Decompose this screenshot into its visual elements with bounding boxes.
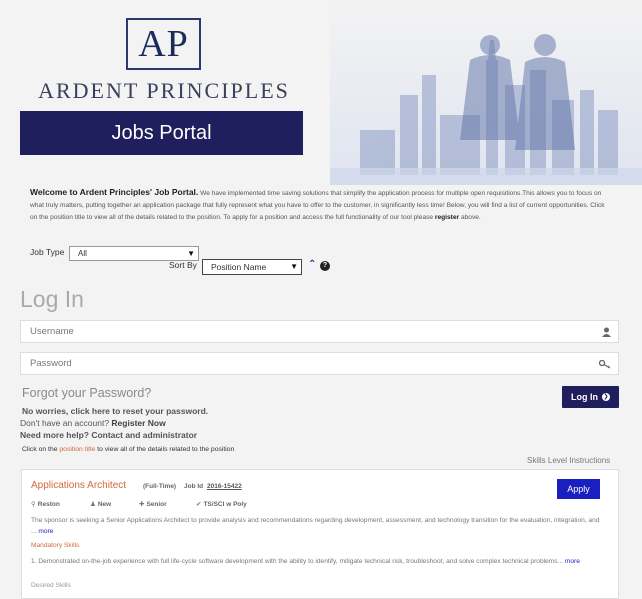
arrow-right-circle-icon: ❯	[602, 393, 610, 401]
register-line: Don't have an account? Register Now	[20, 418, 166, 428]
sort-ascending-icon[interactable]: ⌃	[308, 259, 316, 270]
skills-level-instructions-link[interactable]: Skills Level Instructions	[527, 456, 610, 465]
intro-tail: above.	[459, 214, 481, 221]
logo: AP	[126, 18, 201, 70]
user-icon: ♟	[90, 501, 96, 508]
desired-skills-label: Desired Skills	[31, 582, 71, 589]
question-circle-icon[interactable]: ?	[320, 261, 330, 271]
job-level-text: Senior	[146, 501, 167, 508]
description-more-link[interactable]: more	[38, 528, 53, 535]
sort-by-select[interactable]: Position Name ▼	[202, 259, 302, 275]
shield-check-icon: ✔	[196, 501, 202, 508]
portal-title: Jobs Portal	[20, 111, 303, 155]
no-account-text: Don't have an account?	[20, 418, 112, 428]
apply-button[interactable]: Apply	[557, 479, 600, 499]
contact-admin-link[interactable]: Need more help? Contact and administrato…	[20, 430, 197, 440]
sort-by-value: Position Name	[211, 262, 267, 272]
brand-name: ARDENT PRINCIPLES	[38, 78, 290, 103]
job-level: ✚ Senior	[139, 500, 167, 508]
mandatory-skill-text: 1. Demonstrated on-the-job experience wi…	[31, 558, 565, 565]
password-field[interactable]: Password	[20, 352, 619, 375]
city-skyline-image	[330, 0, 642, 185]
register-now-link[interactable]: Register Now	[111, 418, 165, 428]
job-type: (Full-Time)	[143, 483, 177, 490]
password-placeholder: Password	[30, 358, 72, 369]
level-icon: ✚	[139, 501, 145, 508]
username-field[interactable]: Username	[20, 320, 619, 343]
job-clearance-text: TS/SCI w Poly	[203, 501, 247, 508]
job-location: ⚲ Reston	[31, 500, 60, 508]
login-button[interactable]: Log In ❯	[562, 386, 619, 408]
key-icon	[598, 353, 611, 377]
filters: Job Type All ▼ Sort By Position Name ▼ ⌃…	[30, 245, 350, 277]
username-placeholder: Username	[30, 326, 74, 337]
sort-by-label: Sort By	[169, 260, 197, 270]
user-icon	[602, 321, 611, 345]
job-type-select[interactable]: All ▼	[69, 246, 199, 261]
logo-letters: AP	[138, 23, 189, 65]
intro-text: Welcome to Ardent Principles' Job Portal…	[30, 186, 610, 224]
position-hint: Click on the position title to view all …	[22, 446, 234, 453]
header: AP ARDENT PRINCIPLES Jobs Portal	[0, 0, 642, 185]
job-id-label: Job Id	[184, 483, 204, 490]
job-description: The sponsor is seeking a Senior Applicat…	[31, 515, 601, 537]
mandatory-skill-item: 1. Demonstrated on-the-job experience wi…	[31, 556, 601, 567]
job-location-text: Reston	[37, 501, 60, 508]
map-marker-icon: ⚲	[31, 501, 36, 508]
caret-down-icon: ▼	[290, 262, 298, 271]
forgot-password-link[interactable]: Forgot your Password?	[22, 386, 151, 400]
login-button-label: Log In	[571, 392, 598, 402]
mandatory-skills-label: Mandatory Skills	[31, 542, 80, 549]
job-description-text: The sponsor is seeking a Senior Applicat…	[31, 517, 600, 535]
reset-password-link[interactable]: No worries, click here to reset your pas…	[22, 406, 208, 416]
job-clearance: ✔ TS/SCI w Poly	[196, 500, 247, 508]
hint-pre: Click on the	[22, 446, 60, 453]
job-status-text: New	[97, 501, 112, 508]
caret-down-icon: ▼	[187, 249, 195, 258]
login-title: Log In	[20, 286, 84, 312]
job-type-value: All	[78, 249, 87, 258]
job-type-label: Job Type	[30, 247, 65, 257]
job-id[interactable]: 2016-15422	[207, 483, 242, 490]
register-link[interactable]: register	[435, 214, 459, 221]
intro-lead: Welcome to Ardent Principles' Job Portal…	[30, 187, 199, 197]
job-status: ♟ New	[90, 500, 111, 508]
hint-position-title: position title	[59, 446, 96, 453]
skill-more-link[interactable]: more	[565, 558, 580, 565]
job-title-link[interactable]: Applications Architect	[31, 480, 126, 491]
hint-post: to view all of the details related to th…	[95, 446, 235, 453]
job-card: Applications Architect (Full-Time) Job I…	[21, 469, 619, 599]
